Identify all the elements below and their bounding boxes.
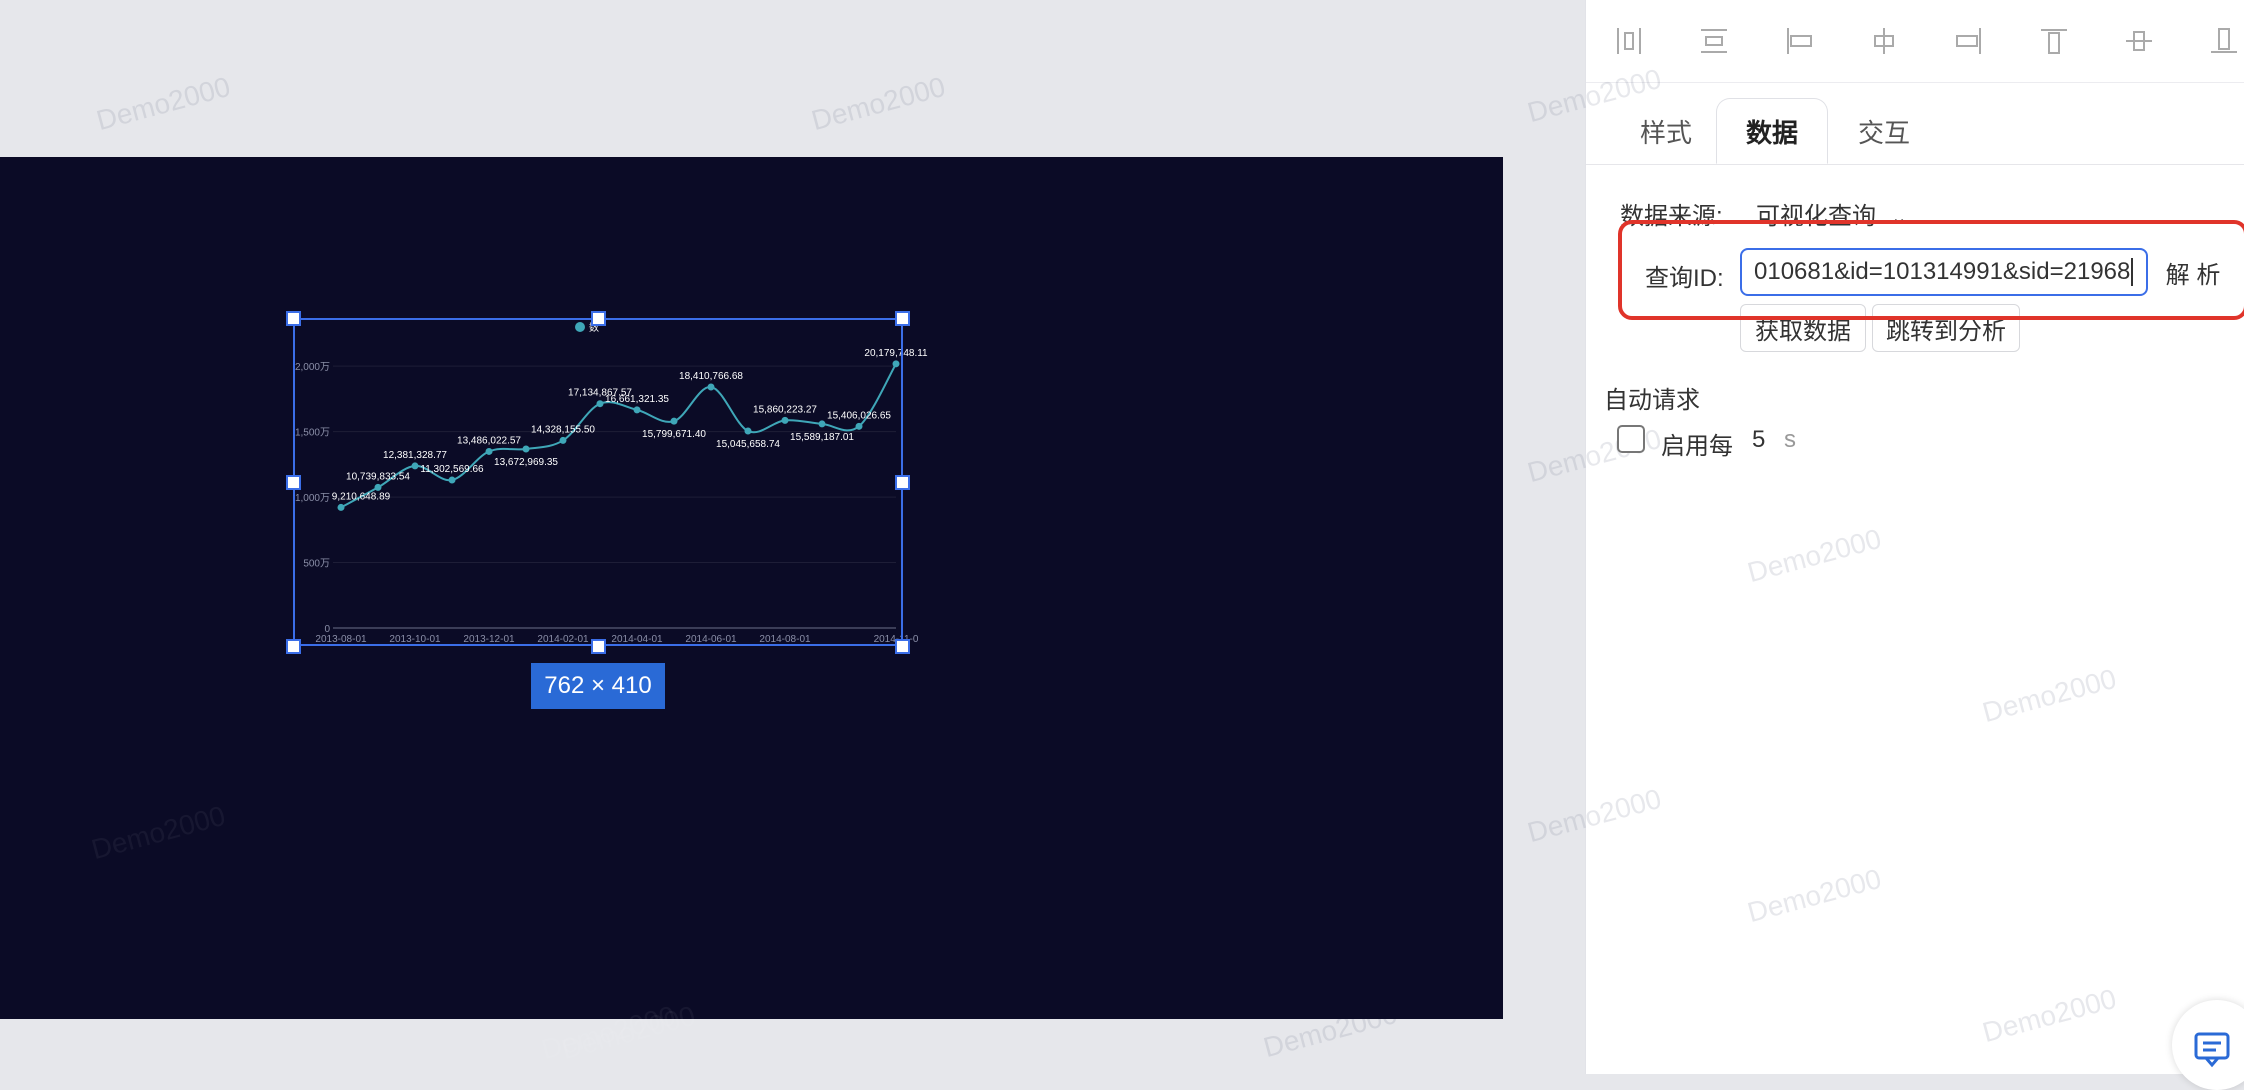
align-center-icon[interactable] [1867,24,1901,58]
panel-tabs: 样式 数据 交互 [1586,98,2244,165]
distribute-horizontal-icon[interactable] [1612,24,1646,58]
size-badge: 762 × 410 [531,663,665,709]
resize-handle-sw[interactable] [286,639,301,654]
distribute-vertical-icon[interactable] [1697,24,1731,58]
tab-interaction[interactable]: 交互 [1832,98,1936,164]
resize-handle-e[interactable] [895,475,910,490]
auto-request-title: 自动请求 [1604,387,1700,414]
align-right-icon[interactable] [1952,24,1986,58]
chat-icon [2194,1032,2230,1068]
interval-unit: s [1784,426,1796,453]
canvas-area: Demo2000 Demo2000 Demo2000 Demo2000 Demo… [0,0,1585,1074]
interval-value[interactable]: 5 [1752,426,1765,454]
align-bottom-icon[interactable] [2207,24,2241,58]
enable-auto-request-checkbox[interactable] [1617,425,1645,453]
watermark: Demo2000 [1979,662,2120,729]
align-left-icon[interactable] [1782,24,1816,58]
resize-handle-n[interactable] [591,311,606,326]
resize-handle-ne[interactable] [895,311,910,326]
watermark: Demo2000 [1744,862,1885,929]
resize-handle-s[interactable] [591,639,606,654]
resize-handle-se[interactable] [895,639,910,654]
highlight-box [1618,220,2244,320]
align-top-icon[interactable] [2037,24,2071,58]
resize-handle-w[interactable] [286,475,301,490]
watermark: Demo2000 [1979,982,2120,1049]
align-middle-icon[interactable] [2122,24,2156,58]
enable-label: 启用每 [1661,433,1733,460]
align-toolbar [1586,0,2244,83]
selection-box[interactable] [293,318,903,646]
property-panel: 样式 数据 交互 Demo2000 Demo2000 Demo2000 Demo… [1524,0,2244,1074]
resize-handle-nw[interactable] [286,311,301,326]
tab-style[interactable]: 样式 [1614,98,1718,164]
tab-data[interactable]: 数据 [1716,98,1828,164]
watermark: Demo2000 [1744,522,1885,589]
